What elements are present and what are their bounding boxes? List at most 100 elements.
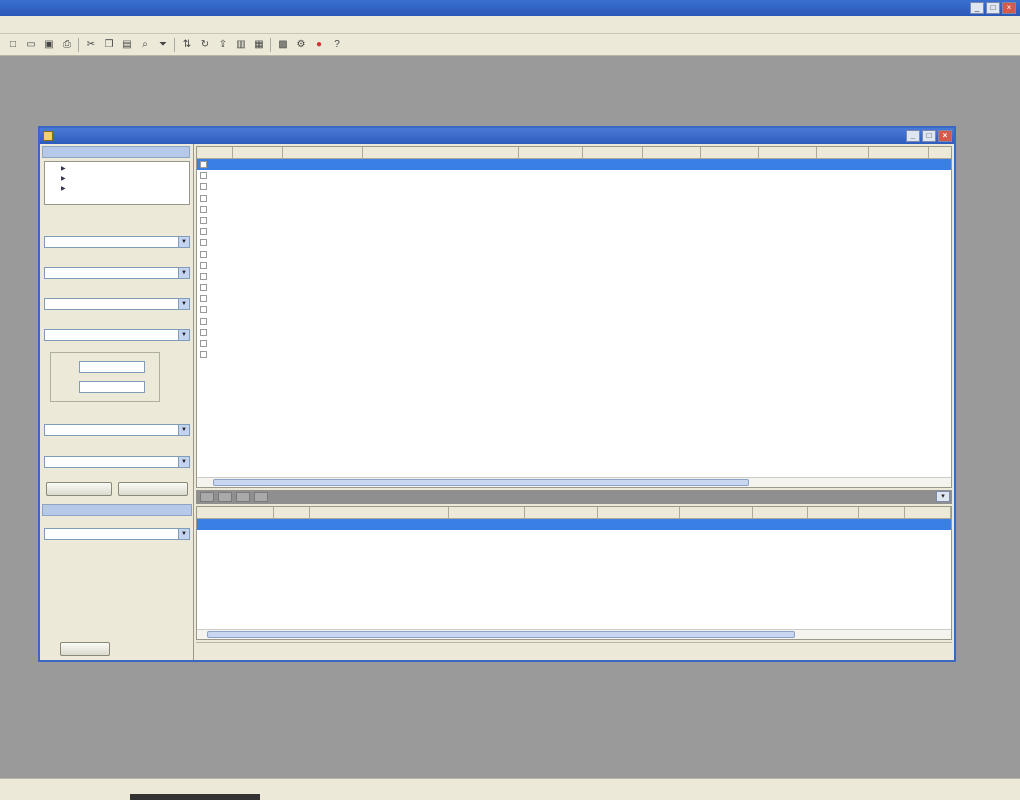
scrollbar-thumb[interactable] <box>213 479 749 486</box>
close-button[interactable]: × <box>1002 2 1016 14</box>
chevron-down-icon[interactable]: ▼ <box>178 425 189 435</box>
reset-button[interactable] <box>118 482 188 496</box>
column-header[interactable] <box>283 147 363 158</box>
column-header[interactable] <box>808 507 860 518</box>
filter-select[interactable]: ▼ <box>44 528 190 540</box>
tab-detail[interactable] <box>254 492 268 502</box>
column-header[interactable] <box>869 147 929 158</box>
column-header[interactable] <box>519 147 583 158</box>
chevron-down-icon[interactable]: ▼ <box>178 237 189 247</box>
date-from-field[interactable] <box>79 361 145 373</box>
row-checkbox[interactable] <box>200 183 207 191</box>
row-checkbox[interactable] <box>200 250 207 258</box>
column-header[interactable] <box>525 507 599 518</box>
row-checkbox[interactable] <box>200 340 207 347</box>
row-checkbox[interactable] <box>200 239 207 247</box>
row-checkbox[interactable] <box>200 317 207 325</box>
chart-icon[interactable]: ▥ <box>234 38 248 52</box>
tab-detail[interactable] <box>218 492 232 502</box>
new-icon[interactable]: □ <box>6 38 20 52</box>
tab-detail[interactable] <box>236 492 250 502</box>
table-row[interactable] <box>197 282 951 293</box>
child-maximize-button[interactable]: □ <box>922 130 936 142</box>
table-row[interactable] <box>197 304 951 315</box>
copy-icon[interactable]: ❐ <box>102 38 116 52</box>
column-header[interactable] <box>759 147 817 158</box>
filter-panel-tab[interactable] <box>42 146 190 158</box>
row-checkbox[interactable] <box>200 272 207 280</box>
scrollbar-thumb[interactable] <box>207 631 795 638</box>
filter-select[interactable]: ▼ <box>44 424 190 436</box>
column-header[interactable] <box>310 507 449 518</box>
settings-icon[interactable]: ⚙ <box>294 38 308 52</box>
report-icon[interactable]: ▦ <box>252 38 266 52</box>
row-checkbox[interactable] <box>200 261 207 269</box>
column-header[interactable] <box>598 507 681 518</box>
column-header[interactable] <box>197 507 274 518</box>
chevron-down-icon[interactable]: ▼ <box>178 299 189 309</box>
column-header[interactable] <box>449 507 526 518</box>
child-minimize-button[interactable]: _ <box>906 130 920 142</box>
filter-select[interactable]: ▼ <box>44 267 190 279</box>
column-header[interactable] <box>753 507 809 518</box>
filter-icon[interactable]: ⏷ <box>156 38 170 52</box>
refresh-icon[interactable]: ↻ <box>198 38 212 52</box>
pin-icon[interactable]: ▾ <box>936 491 950 502</box>
filter-select[interactable]: ▼ <box>44 236 190 248</box>
table-row[interactable] <box>197 271 951 282</box>
chevron-down-icon[interactable]: ▼ <box>178 529 189 539</box>
row-checkbox[interactable] <box>200 284 207 292</box>
date-to-field[interactable] <box>79 381 145 393</box>
maximize-button[interactable]: □ <box>986 2 1000 14</box>
save-icon[interactable]: ▣ <box>42 38 56 52</box>
column-header[interactable] <box>859 507 906 518</box>
calendar-icon[interactable]: ▩ <box>276 38 290 52</box>
table-row[interactable] <box>197 519 951 531</box>
row-checkbox[interactable] <box>200 295 207 303</box>
minimize-button[interactable]: _ <box>970 2 984 14</box>
column-header[interactable] <box>363 147 519 158</box>
row-checkbox[interactable] <box>200 194 207 202</box>
table-row[interactable] <box>197 159 951 171</box>
cut-icon[interactable]: ✂ <box>84 38 98 52</box>
row-checkbox[interactable] <box>200 306 207 314</box>
chevron-down-icon[interactable]: ▼ <box>178 330 189 340</box>
column-header[interactable] <box>905 507 951 518</box>
horizontal-scrollbar[interactable] <box>197 629 951 639</box>
column-header[interactable] <box>643 147 701 158</box>
paste-icon[interactable]: ▤ <box>120 38 134 52</box>
table-row[interactable] <box>197 293 951 304</box>
chevron-down-icon[interactable]: ▼ <box>178 457 189 467</box>
child-close-button[interactable]: × <box>938 130 952 142</box>
column-header[interactable] <box>233 147 283 158</box>
table-row[interactable] <box>197 193 951 204</box>
row-checkbox[interactable] <box>200 172 207 180</box>
open-icon[interactable]: ▭ <box>24 38 38 52</box>
column-header[interactable] <box>817 147 869 158</box>
table-row[interactable] <box>197 260 951 271</box>
print-icon[interactable]: ⎙ <box>60 38 74 52</box>
stop-icon[interactable]: ● <box>312 38 326 52</box>
tab-detail[interactable] <box>200 492 214 502</box>
filter-select[interactable]: ▼ <box>44 298 190 310</box>
find-icon[interactable]: ⌕ <box>138 38 152 52</box>
apply-button[interactable] <box>46 482 112 496</box>
table-row[interactable] <box>197 327 951 338</box>
row-checkbox[interactable] <box>200 228 207 236</box>
column-header[interactable] <box>274 507 311 518</box>
row-checkbox[interactable] <box>200 161 207 168</box>
row-checkbox[interactable] <box>200 216 207 224</box>
table-row[interactable] <box>197 181 951 192</box>
column-header[interactable] <box>197 147 233 158</box>
column-header[interactable] <box>583 147 643 158</box>
sort-icon[interactable]: ⇅ <box>180 38 194 52</box>
table-row[interactable] <box>197 316 951 327</box>
table-row[interactable] <box>197 215 951 226</box>
table-row[interactable] <box>197 226 951 237</box>
tree-item[interactable] <box>49 174 185 184</box>
column-header[interactable] <box>701 147 759 158</box>
filter-select[interactable]: ▼ <box>44 456 190 468</box>
table-row[interactable] <box>197 237 951 248</box>
lower-action-button[interactable] <box>60 642 110 656</box>
horizontal-scrollbar[interactable] <box>197 477 951 487</box>
